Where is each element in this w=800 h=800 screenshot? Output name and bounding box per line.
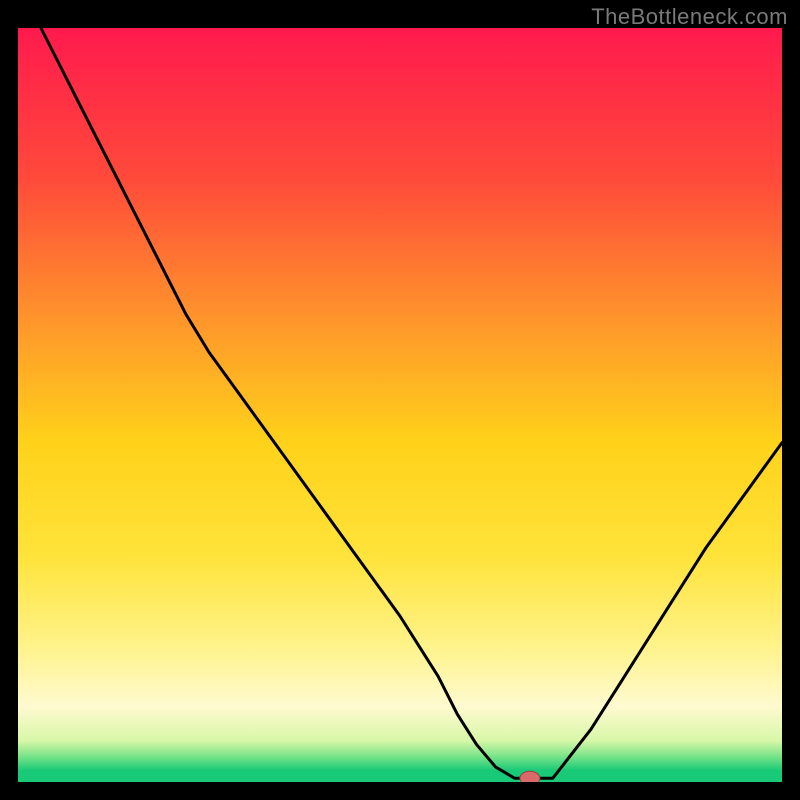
watermark-text: TheBottleneck.com [591,4,788,30]
gradient-background [18,28,782,782]
optimal-marker [520,771,540,782]
chart-svg [18,28,782,782]
bottleneck-chart [18,28,782,782]
chart-container: TheBottleneck.com [0,0,800,800]
